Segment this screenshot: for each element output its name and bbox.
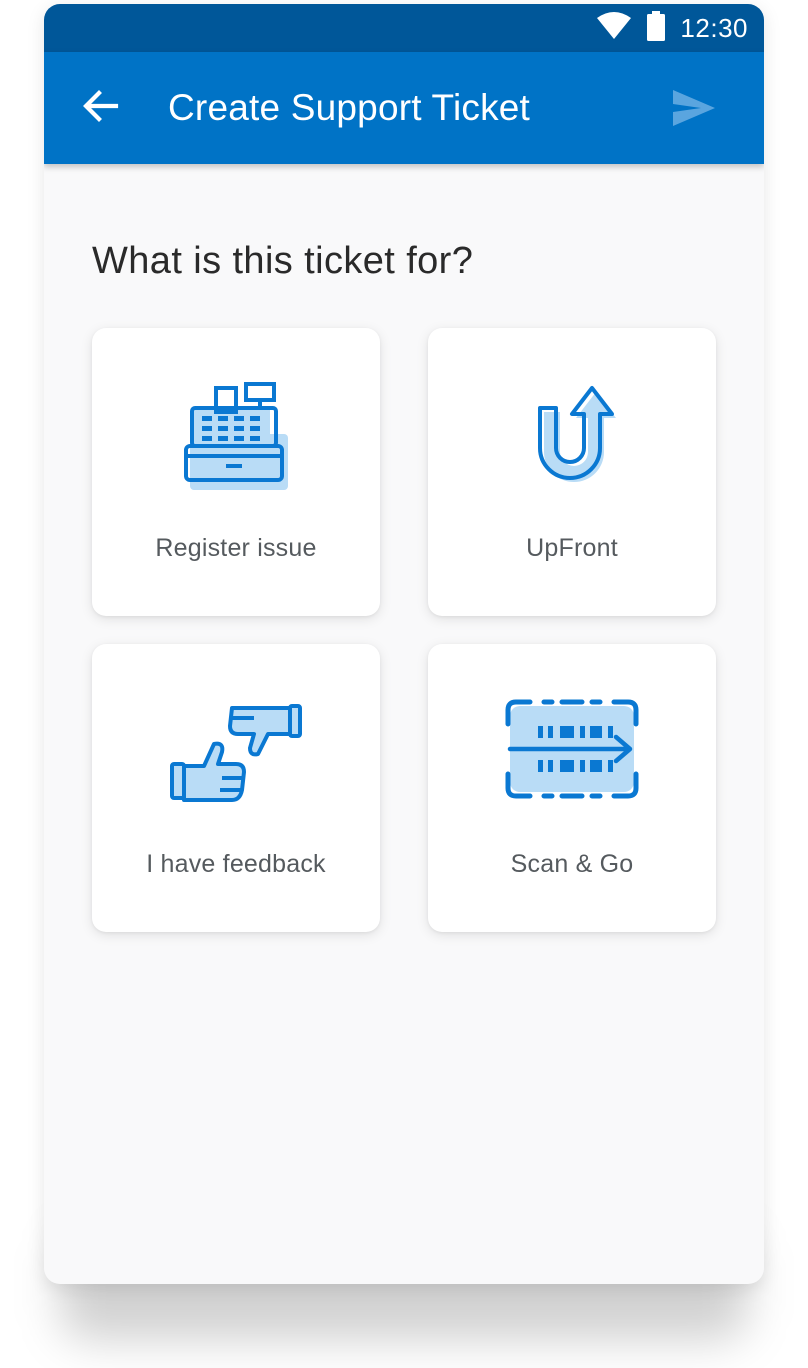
u-turn-arrow-icon (512, 378, 632, 498)
option-register-issue[interactable]: Register issue (92, 328, 380, 616)
thumbs-up-down-icon (170, 694, 302, 814)
option-scan-and-go[interactable]: Scan & Go (428, 644, 716, 932)
cash-register-icon (176, 378, 296, 498)
battery-icon (646, 10, 666, 46)
question-heading: What is this ticket for? (92, 240, 474, 282)
send-icon (671, 88, 717, 133)
option-label: Scan & Go (510, 850, 634, 878)
app-bar: Create Support Ticket (44, 52, 764, 164)
option-label: Register issue (155, 534, 317, 562)
wifi-icon (596, 11, 632, 45)
option-feedback[interactable]: I have feedback (92, 644, 380, 932)
option-label: UpFront (526, 534, 618, 562)
option-upfront[interactable]: UpFront (428, 328, 716, 616)
option-label: I have feedback (146, 850, 326, 878)
arrow-left-icon (80, 86, 120, 131)
send-button[interactable] (668, 84, 720, 136)
barcode-scan-icon (505, 694, 639, 814)
phone-screen: 12:30 Create Support Ticket What is this… (44, 4, 764, 1284)
status-time: 12:30 (680, 12, 748, 43)
main-content: What is this ticket for? Register issue … (44, 164, 764, 1284)
status-bar: 12:30 (44, 4, 764, 52)
back-button[interactable] (74, 82, 126, 134)
app-title: Create Support Ticket (168, 87, 531, 128)
